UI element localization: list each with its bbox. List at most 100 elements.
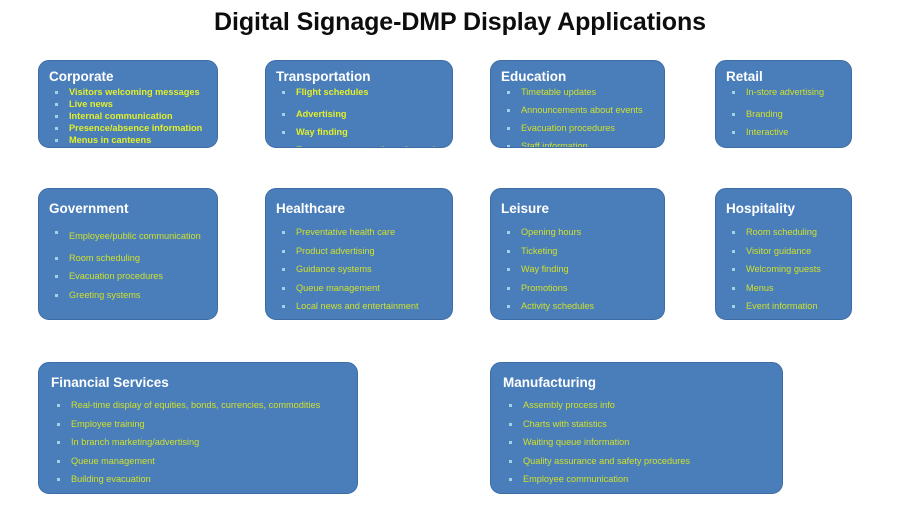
list-item: Employee/public communication [49, 227, 209, 245]
list-item: Waiting queue information [503, 437, 774, 448]
list-item: Branding [726, 109, 843, 120]
bullet-icon [507, 91, 510, 94]
list-item-label: Opening hours [521, 227, 582, 237]
list-item-label: Timetable updates [521, 87, 597, 97]
bullet-icon [507, 249, 510, 253]
list-item-label: Preventative health care [296, 227, 396, 237]
card-financial-services[interactable]: Financial Services Real-time display of … [38, 362, 358, 494]
list-item-label: Interactive [746, 127, 789, 137]
list-item-label: Promotions [521, 282, 568, 293]
list-item: Product advertising [276, 246, 444, 257]
bullet-icon [507, 127, 510, 130]
list-item: Interactive [726, 127, 843, 138]
list-item-label: Menus [746, 282, 774, 293]
list-item: Quality assurance and safety procedures [503, 456, 774, 467]
card-healthcare[interactable]: Healthcare Preventative health care Prod… [265, 188, 453, 320]
list-item-label: Building evacuation [71, 474, 151, 484]
list-item-label: Staff information [521, 141, 588, 148]
list-item-label: Room scheduling [69, 252, 140, 263]
bullet-icon [282, 91, 285, 94]
list-item-label: Evacuation procedures [521, 123, 615, 133]
list-item-label: Room scheduling [746, 227, 817, 237]
bullet-icon [507, 109, 510, 112]
bullet-icon [55, 256, 58, 260]
bullet-icon [732, 249, 735, 253]
list-item: Room scheduling [49, 253, 209, 264]
bullet-icon [57, 404, 60, 407]
list-item-label: Employee training [71, 418, 145, 429]
list-item: In branch marketing/advertising [51, 437, 349, 448]
card-title-transportation: Transportation [276, 69, 371, 84]
card-title-corporate: Corporate [49, 69, 114, 84]
bullet-icon [732, 268, 735, 271]
bullet-icon [55, 115, 58, 118]
card-title-healthcare: Healthcare [276, 201, 346, 216]
card-item-list-leisure: Opening hours Ticketing Way finding Prom… [501, 227, 656, 312]
list-item-label: Advertising [296, 109, 347, 119]
bullet-icon [509, 422, 512, 426]
list-item: Advertising [276, 109, 444, 120]
list-item: Way finding [276, 127, 444, 138]
bullet-icon [507, 231, 510, 234]
list-item-label: Event information [746, 301, 818, 311]
list-item: Menus [726, 283, 843, 294]
card-item-list-corporate: Visitors welcoming messages Live news In… [49, 87, 209, 146]
card-title-education: Education [501, 69, 567, 84]
card-item-list-financial-services: Real-time display of equities, bonds, cu… [51, 400, 349, 485]
bullet-icon [507, 305, 510, 308]
card-leisure[interactable]: Leisure Opening hours Ticketing Way find… [490, 188, 665, 320]
list-item: Employee communication [503, 474, 774, 485]
card-hospitality[interactable]: Hospitality Room scheduling Visitor guid… [715, 188, 852, 320]
list-item-label: Way finding [521, 264, 569, 274]
list-item-label: Waiting queue information [523, 437, 630, 447]
list-item: In-store advertising [726, 87, 843, 98]
bullet-icon [507, 145, 510, 147]
list-item-label: Employee communication [523, 474, 629, 484]
card-title-manufacturing: Manufacturing [503, 375, 596, 390]
bullet-icon [55, 139, 58, 142]
list-item-label: Flight schedules [296, 87, 369, 97]
list-item-label: In branch marketing/advertising [71, 437, 200, 447]
card-manufacturing[interactable]: Manufacturing Assembly process info Char… [490, 362, 783, 494]
bullet-icon [55, 91, 58, 94]
card-corporate[interactable]: Corporate Visitors welcoming messages Li… [38, 60, 218, 148]
list-item-label: Assembly process info [523, 400, 615, 410]
bullet-icon [732, 91, 735, 94]
card-government[interactable]: Government Employee/public communication… [38, 188, 218, 320]
list-item-label: Visitors welcoming messages [69, 87, 200, 97]
list-item-label: Presence/absence information [69, 123, 203, 133]
list-item-label: Ticketing [521, 245, 558, 256]
list-item: Local news and entertainment [276, 301, 444, 312]
card-retail[interactable]: Retail In-store advertising Branding Int… [715, 60, 852, 148]
list-item: Visitor guidance [726, 246, 843, 257]
list-item: Opening hours [501, 227, 656, 238]
bullet-icon [282, 268, 285, 271]
bullet-icon [732, 131, 735, 134]
bullet-icon [55, 231, 58, 234]
list-item-label: Evacuation procedures [69, 271, 163, 281]
list-item: Building evacuation [51, 474, 349, 485]
list-item: Guidance systems [276, 264, 444, 275]
card-item-list-healthcare: Preventative health care Product adverti… [276, 227, 444, 312]
bullet-icon [282, 305, 285, 308]
bullet-icon [57, 478, 60, 481]
bullet-icon [57, 441, 60, 444]
list-item: Internal communication [49, 111, 209, 122]
bullet-icon [732, 231, 735, 234]
list-item: Presence/absence information [49, 123, 209, 134]
card-title-leisure: Leisure [501, 201, 550, 216]
bullet-icon [509, 459, 512, 463]
list-item: Flight schedules [276, 87, 444, 98]
list-item: Evacuation procedures [49, 271, 209, 282]
card-item-list-transportation: Flight schedules Advertising Way finding… [276, 87, 450, 147]
page-title: Digital Signage-DMP Display Applications [214, 8, 706, 36]
card-item-list-government: Employee/public communication Room sched… [49, 227, 209, 301]
list-item-label: Menus in canteens [69, 135, 152, 145]
card-transportation[interactable]: Transportation Flight schedules Advertis… [265, 60, 453, 148]
list-item-label: Announcements about events [521, 105, 643, 115]
card-education[interactable]: Education Timetable updates Announcement… [490, 60, 665, 148]
list-item: Employee training [51, 419, 349, 430]
list-item-label: Activity schedules [521, 301, 595, 311]
list-item: Promotions [501, 283, 656, 294]
bullet-icon [55, 293, 58, 297]
